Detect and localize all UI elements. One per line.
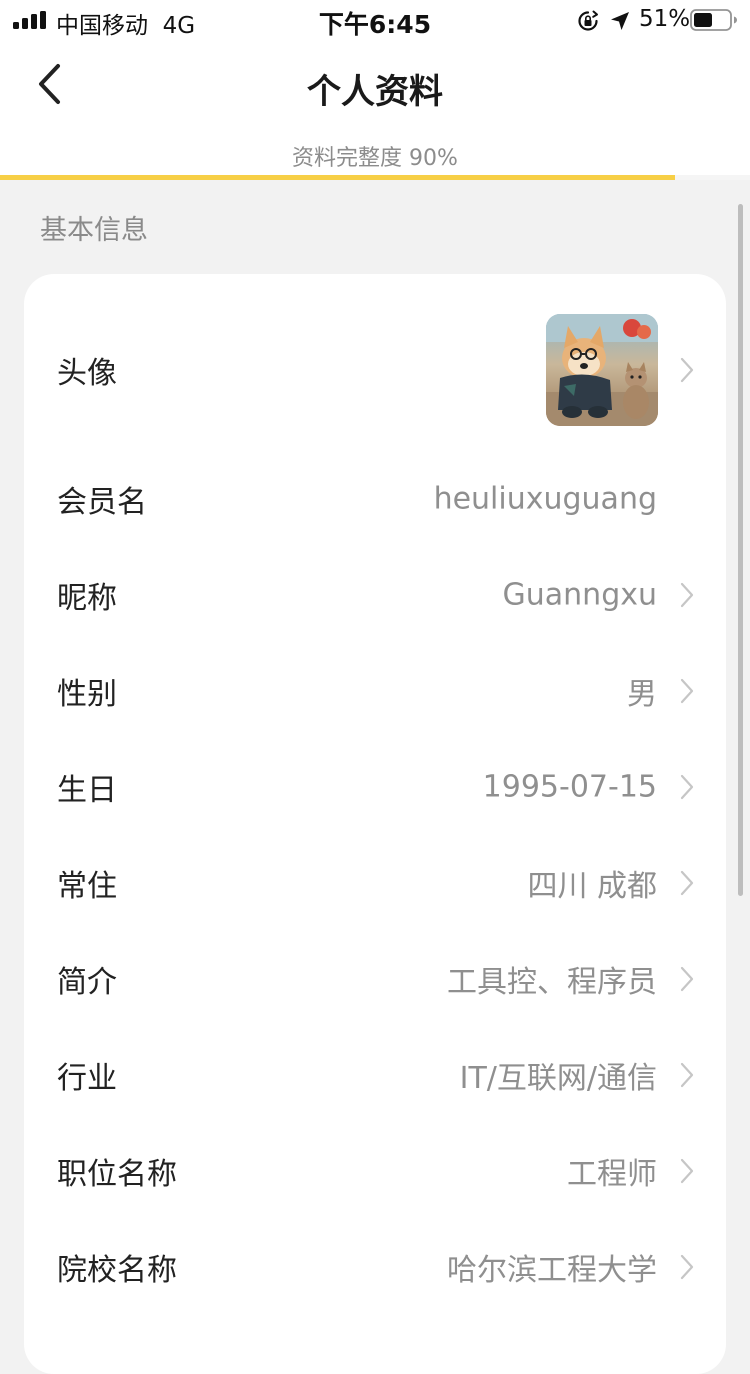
profile-completeness-bar xyxy=(0,175,750,180)
row-label: 会员名 xyxy=(57,485,147,520)
page-title: 个人资料 xyxy=(307,72,443,112)
row-label: 昵称 xyxy=(57,581,117,616)
chevron-right-icon xyxy=(680,1254,694,1280)
status-time: 下午6:45 xyxy=(318,10,432,39)
chevron-right-icon xyxy=(680,678,694,704)
row-label: 生日 xyxy=(57,773,117,808)
row-bio[interactable]: 简介 工具控、程序员 xyxy=(24,931,726,1027)
row-value: 男 xyxy=(627,677,657,712)
row-school[interactable]: 院校名称 哈尔滨工程大学 xyxy=(24,1219,726,1315)
row-member-name: 会员名 heuliuxuguang xyxy=(24,451,726,547)
row-label: 常住 xyxy=(57,869,117,904)
row-industry[interactable]: 行业 IT/互联网/通信 xyxy=(24,1027,726,1123)
chevron-right-icon xyxy=(680,357,694,383)
row-label: 性别 xyxy=(57,677,117,712)
row-label: 职位名称 xyxy=(57,1157,177,1192)
row-label: 头像 xyxy=(57,356,117,391)
row-value: Guanngxu xyxy=(502,577,657,613)
row-job-title[interactable]: 职位名称 工程师 xyxy=(24,1123,726,1219)
row-value: heuliuxuguang xyxy=(433,481,657,517)
basic-info-card: 头像 会员名 heuliuxuguang 昵称 Guanngxu 性别 男 生日… xyxy=(24,274,726,1374)
row-value: 工程师 xyxy=(567,1157,657,1192)
avatar-photo xyxy=(546,314,658,426)
row-value: 四川 成都 xyxy=(527,869,657,904)
chevron-right-icon xyxy=(680,870,694,896)
row-birthday[interactable]: 生日 1995-07-15 xyxy=(24,739,726,835)
profile-completeness-label: 资料完整度 90% xyxy=(292,146,458,171)
chevron-right-icon xyxy=(680,1158,694,1184)
status-bar: 中国移动 4G 下午6:45 51% xyxy=(0,0,750,40)
row-value: IT/互联网/通信 xyxy=(459,1061,657,1096)
row-gender[interactable]: 性别 男 xyxy=(24,643,726,739)
row-value: 哈尔滨工程大学 xyxy=(447,1253,657,1288)
row-avatar[interactable]: 头像 xyxy=(24,274,726,466)
battery-percent: 51% xyxy=(639,6,691,32)
chevron-right-icon xyxy=(680,966,694,992)
row-value: 1995-07-15 xyxy=(482,769,657,805)
row-label: 院校名称 xyxy=(57,1253,177,1288)
section-title: 基本信息 xyxy=(40,215,148,246)
row-value: 工具控、程序员 xyxy=(447,965,657,1000)
chevron-right-icon xyxy=(680,1062,694,1088)
row-label: 行业 xyxy=(57,1061,117,1096)
row-nickname[interactable]: 昵称 Guanngxu xyxy=(24,547,726,643)
top-bar: 中国移动 4G 下午6:45 51% 个人资料 资料完整度 90% xyxy=(0,0,750,180)
chevron-right-icon xyxy=(680,774,694,800)
row-label: 简介 xyxy=(57,965,117,1000)
orientation-lock-icon xyxy=(578,10,598,31)
chevron-right-icon xyxy=(680,582,694,608)
avatar xyxy=(546,314,658,426)
profile-completeness-fill xyxy=(0,175,675,180)
scrollbar[interactable] xyxy=(738,204,743,896)
location-arrow-icon xyxy=(611,12,629,30)
battery-icon xyxy=(690,9,737,31)
row-residence[interactable]: 常住 四川 成都 xyxy=(24,835,726,931)
